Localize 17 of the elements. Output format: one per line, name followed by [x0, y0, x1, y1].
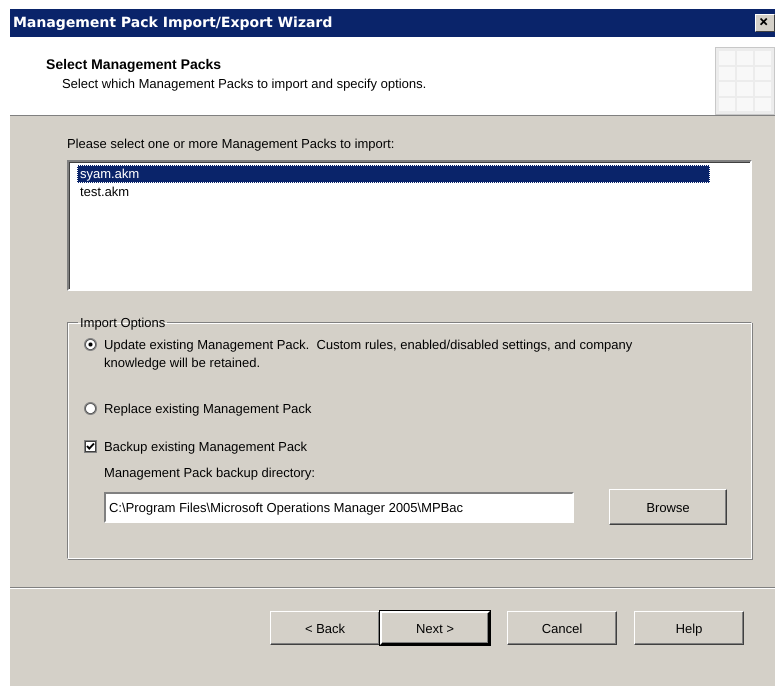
window-title: Management Pack Import/Export Wizard — [12, 15, 332, 31]
wizard-button[interactable]: Cancel — [507, 611, 617, 645]
page-subtitle: Select which Management Packs to import and specify options. — [61, 76, 426, 91]
wizard-button[interactable]: Help — [634, 611, 744, 645]
list-label: Please select one or more Management Packs to import: — [67, 136, 396, 151]
list-item[interactable]: syam.akm — [77, 165, 710, 183]
browse-button[interactable]: Browse — [609, 489, 727, 525]
directory-field[interactable]: C:\Program Files\Microsoft Operations Manager 2005\MPBac — [104, 492, 574, 522]
wizard-button[interactable]: < Back — [270, 611, 380, 645]
group-title: Import Options — [79, 315, 166, 330]
option-label: Backup existing Management Pack — [104, 438, 308, 456]
option-label: Update existing Management Pack. Custom rules, enabled/disabled settings, and company knowledge will be retained. — [104, 336, 634, 372]
option-label: Replace existing Management Pack — [104, 400, 312, 418]
page-title: Select Management Packs — [46, 56, 222, 72]
directory-label: Management Pack backup directory: — [104, 465, 315, 480]
list-item[interactable]: test.akm — [77, 183, 710, 201]
wizard-button[interactable]: Next > — [380, 611, 490, 645]
